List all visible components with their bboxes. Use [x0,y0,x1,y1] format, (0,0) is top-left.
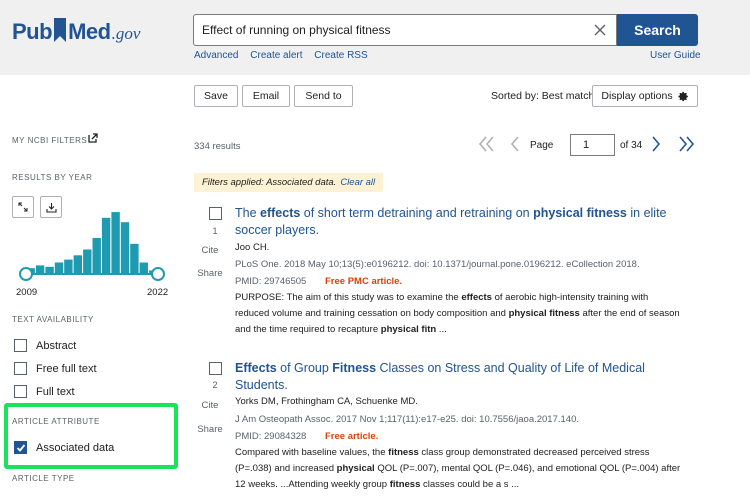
advanced-link[interactable]: Advanced [194,50,238,61]
result-1-free-badge: Free PMC article. [325,276,403,287]
sort-label[interactable]: Sorted by: Best match [491,90,594,102]
my-ncbi-filters-heading[interactable]: MY NCBI FILTERS [12,136,87,145]
clear-search-button[interactable] [584,15,616,45]
free-full-text-filter[interactable]: Free full text [14,362,97,375]
result-count: 334 results [194,141,241,152]
histogram-bar[interactable] [35,265,45,274]
result-1-number: 1 [212,226,218,236]
result-1-share-button[interactable]: Share [193,268,227,279]
abstract-label: Abstract [36,339,77,352]
bookmark-icon [54,18,67,42]
page-number-input[interactable] [570,134,615,156]
result-1-pmid: PMID: 29746505 [235,276,307,287]
histogram-bar[interactable] [101,217,111,274]
display-options-label: Display options [601,90,673,102]
histogram-bar[interactable] [54,262,64,275]
histogram-bar[interactable] [73,255,82,274]
pubmed-logo[interactable]: Pub Med .gov [12,15,140,45]
close-icon [594,24,606,36]
result-2-share-button[interactable]: Share [193,424,227,435]
send-to-button[interactable]: Send to [294,85,353,107]
search-input[interactable] [194,15,574,45]
logo-pub: Pub [12,19,53,44]
user-guide-link[interactable]: User Guide [650,50,701,61]
full-text-checkbox[interactable] [14,385,27,398]
free-full-text-label: Free full text [36,362,97,375]
histogram-bar[interactable] [120,222,130,274]
result-1-journal: PLoS One. 2018 May 10;13(5):e0196212. do… [235,259,640,270]
histogram-bar[interactable] [83,249,92,275]
article-type-heading: ARTICLE TYPE [12,474,75,483]
full-text-filter[interactable]: Full text [14,385,75,398]
year-end-label: 2022 [147,287,169,298]
create-rss-link[interactable]: Create RSS [314,50,367,61]
result-1-checkbox[interactable] [209,207,222,220]
search-sublinks: Advanced Create alert Create RSS [194,50,377,61]
search-box [193,14,617,46]
logo-med: Med [68,19,111,44]
filters-applied-text: Filters applied: Associated data. [202,177,337,188]
filters-applied-banner: Filters applied: Associated data. Clear … [194,173,384,192]
result-2-journal: J Am Osteopath Assoc. 2017 Nov 1;117(11)… [235,414,579,425]
result-2-free-badge: Free article. [325,431,379,442]
free-full-text-checkbox[interactable] [14,362,27,375]
result-2-checkbox[interactable] [209,362,222,375]
year-end-handle[interactable] [151,267,165,281]
histogram-bar[interactable] [45,266,54,274]
result-1-cite-button[interactable]: Cite [193,245,227,256]
result-2-number: 2 [212,380,218,390]
histogram-bar[interactable] [111,212,120,274]
result-2-title[interactable]: Effects of Group Fitness Classes on Stre… [235,360,685,394]
histogram-bar[interactable] [130,243,139,274]
year-start-label: 2009 [16,287,38,298]
result-1-title[interactable]: The effects of short term detraining and… [235,205,685,239]
previous-page-icon[interactable] [509,133,521,155]
result-2-pmid: PMID: 29084328 [235,431,307,442]
histogram-bar[interactable] [92,238,101,274]
year-start-handle[interactable] [19,267,33,281]
result-2-cite-button[interactable]: Cite [193,400,227,411]
display-options-button[interactable]: Display options [592,85,698,107]
last-page-icon[interactable] [677,133,695,155]
email-button[interactable]: Email [242,85,290,107]
text-availability-heading: TEXT AVAILABILITY [12,315,94,324]
abstract-checkbox[interactable] [14,339,27,352]
result-2-snippet: Compared with baseline values, the fitne… [235,447,681,490]
page-label: Page [530,140,554,151]
next-page-icon[interactable] [650,133,662,155]
year-histogram[interactable] [12,196,172,290]
save-button[interactable]: Save [194,85,238,107]
results-by-year-heading: RESULTS BY YEAR [12,173,93,182]
clear-all-link[interactable]: Clear all [340,177,375,188]
logo-gov: .gov [111,24,141,43]
result-1-authors: Joo CH. [235,242,270,253]
histogram-bar[interactable] [139,262,148,275]
result-1-snippet: PURPOSE: The aim of this study was to ex… [235,292,680,335]
abstract-filter[interactable]: Abstract [14,339,76,352]
full-text-label: Full text [36,385,75,398]
external-link-icon[interactable] [88,133,98,143]
gear-icon [678,91,688,101]
header: Pub Med .gov Search Advanced Create aler… [0,0,750,75]
create-alert-link[interactable]: Create alert [250,50,302,61]
page-total: of 34 [620,140,643,151]
result-2-authors: Yorks DM, Frothingham CA, Schuenke MD. [235,396,418,407]
highlight-box [4,403,178,469]
histogram-bar[interactable] [64,259,73,274]
search-button[interactable]: Search [617,14,698,46]
first-page-icon[interactable] [478,133,496,155]
